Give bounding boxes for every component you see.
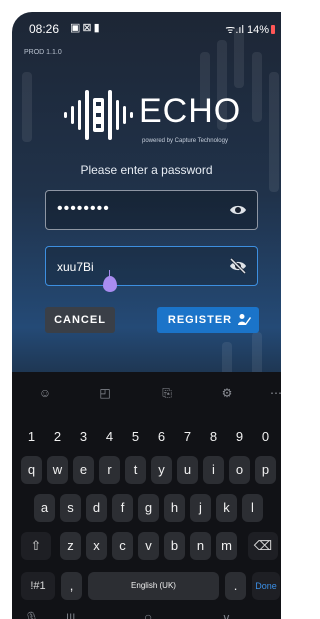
register-button[interactable]: REGISTER xyxy=(157,307,259,333)
eye-icon[interactable] xyxy=(229,202,247,218)
keyboard-toolbar: ☺ ◰ ⎘ ⚙ ⋯ xyxy=(12,372,281,416)
key-r[interactable]: r xyxy=(99,456,120,484)
key-m[interactable]: m xyxy=(216,532,237,560)
person-edit-icon xyxy=(238,314,251,325)
key-1[interactable]: 1 xyxy=(21,426,42,448)
cancel-button[interactable]: CANCEL xyxy=(45,307,115,333)
password-value: •••••••• xyxy=(57,200,110,217)
key-3[interactable]: 3 xyxy=(73,426,94,448)
key-l[interactable]: l xyxy=(242,494,263,522)
key-e[interactable]: e xyxy=(73,456,94,484)
comma-key[interactable]: , xyxy=(61,572,82,600)
key-2[interactable]: 2 xyxy=(47,426,68,448)
key-b[interactable]: b xyxy=(164,532,185,560)
status-bar: 08:26 ▣⊠▮ ᯤ.ıl 14% xyxy=(12,12,281,42)
version-label: PROD 1.1.0 xyxy=(24,49,62,56)
password-prompt: Please enter a password xyxy=(80,163,213,177)
key-z[interactable]: z xyxy=(60,532,81,560)
key-f[interactable]: f xyxy=(112,494,133,522)
echo-waveform-icon xyxy=(64,90,133,140)
phone-screen: 08:26 ▣⊠▮ ᯤ.ıl 14% PROD 1.1.0 ECHO po wer… xyxy=(12,12,281,619)
app-logo-subtitle: powered by Capture Technology xyxy=(142,138,228,144)
key-k[interactable]: k xyxy=(216,494,237,522)
key-9[interactable]: 9 xyxy=(229,426,250,448)
photo-icon: ⊠ xyxy=(82,22,94,34)
status-right: ᯤ.ıl 14% xyxy=(225,22,275,37)
key-d[interactable]: d xyxy=(86,494,107,522)
key-g[interactable]: g xyxy=(138,494,159,522)
cursor-handle[interactable] xyxy=(103,276,117,292)
app-logo-title: ECHO xyxy=(139,92,242,130)
done-key[interactable]: Done xyxy=(252,572,280,600)
confirm-password-input[interactable]: xuu7Bi xyxy=(45,246,258,286)
key-j[interactable]: j xyxy=(190,494,211,522)
key-c[interactable]: c xyxy=(112,532,133,560)
key-o[interactable]: o xyxy=(229,456,250,484)
key-i[interactable]: i xyxy=(203,456,224,484)
notification-icons: ▣⊠▮ xyxy=(70,21,102,34)
settings-icon[interactable]: ⚙ xyxy=(218,384,236,402)
shift-key[interactable]: ⇧ xyxy=(21,532,51,560)
emoji-icon[interactable]: ☺ xyxy=(36,384,54,402)
key-0[interactable]: 0 xyxy=(255,426,276,448)
sticker-icon[interactable]: ◰ xyxy=(96,384,114,402)
key-a[interactable]: a xyxy=(34,494,55,522)
confirm-password-value: xuu7Bi xyxy=(57,260,94,274)
more-icon[interactable]: ⋯ xyxy=(267,384,281,402)
decor-bar xyxy=(252,332,262,377)
key-y[interactable]: y xyxy=(151,456,172,484)
register-label: REGISTER xyxy=(167,314,233,326)
key-h[interactable]: h xyxy=(164,494,185,522)
gallery-icon: ▣ xyxy=(70,22,83,34)
key-w[interactable]: w xyxy=(47,456,68,484)
signal-icon: ᯤ.ıl xyxy=(225,24,244,36)
system-navbar: 🎙 ||| ○ ∨ xyxy=(12,609,281,619)
key-p[interactable]: p xyxy=(255,456,276,484)
decor-bar xyxy=(22,72,32,142)
eye-off-icon[interactable] xyxy=(229,258,247,274)
home-button[interactable]: ○ xyxy=(144,609,152,619)
mic-icon[interactable]: 🎙 xyxy=(24,611,39,619)
space-key[interactable]: English (UK) xyxy=(88,572,219,600)
key-u[interactable]: u xyxy=(177,456,198,484)
key-q[interactable]: q xyxy=(21,456,42,484)
key-s[interactable]: s xyxy=(60,494,81,522)
status-time: 08:26 xyxy=(29,22,60,36)
key-t[interactable]: t xyxy=(125,456,146,484)
symbols-key[interactable]: !#1 xyxy=(21,572,55,600)
backspace-key[interactable]: ⌫ xyxy=(248,532,278,560)
lock-icon: ▮ xyxy=(93,22,102,34)
key-v[interactable]: v xyxy=(138,532,159,560)
back-button[interactable]: ∨ xyxy=(222,611,231,619)
key-8[interactable]: 8 xyxy=(203,426,224,448)
key-7[interactable]: 7 xyxy=(177,426,198,448)
clipboard-icon[interactable]: ⎘ xyxy=(158,384,176,402)
soft-keyboard: ☺ ◰ ⎘ ⚙ ⋯ 1 2 3 4 5 6 7 8 9 0 q w e r t … xyxy=(12,372,281,619)
decor-bar xyxy=(252,52,262,122)
period-key[interactable]: . xyxy=(225,572,246,600)
recents-button[interactable]: ||| xyxy=(66,611,75,619)
key-5[interactable]: 5 xyxy=(125,426,146,448)
battery-text: 14% xyxy=(246,24,269,36)
password-input[interactable]: •••••••• xyxy=(45,190,258,230)
key-n[interactable]: n xyxy=(190,532,211,560)
key-6[interactable]: 6 xyxy=(151,426,172,448)
battery-icon xyxy=(271,25,275,34)
key-x[interactable]: x xyxy=(86,532,107,560)
key-4[interactable]: 4 xyxy=(99,426,120,448)
